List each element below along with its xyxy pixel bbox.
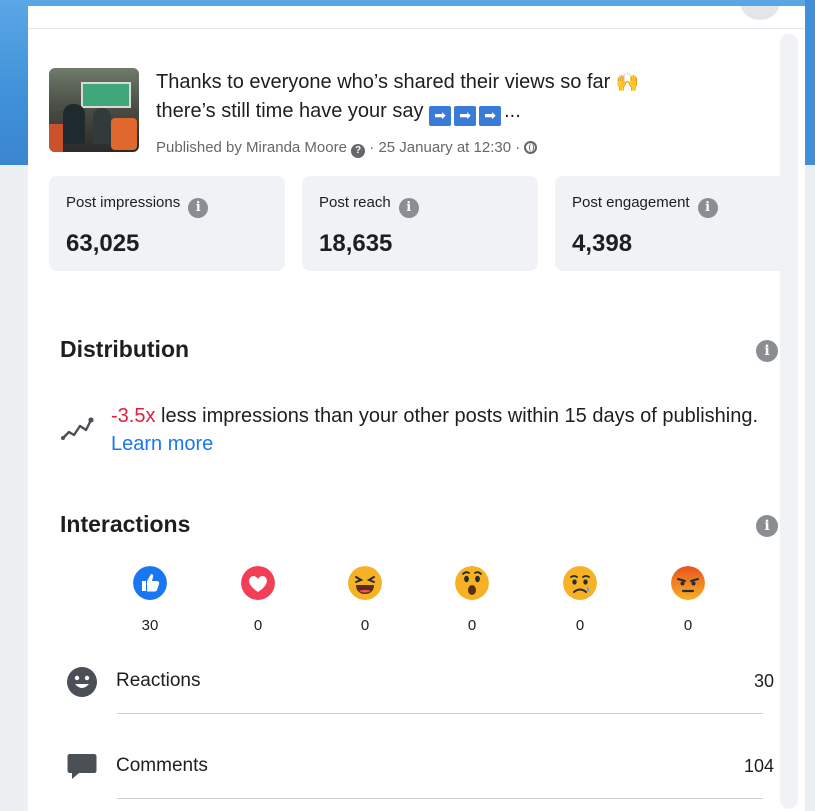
learn-more-link[interactable]: Learn more bbox=[111, 433, 213, 455]
globe-icon bbox=[524, 141, 538, 154]
reaction-angry[interactable]: 0 bbox=[666, 566, 710, 634]
reaction-haha[interactable]: 0 bbox=[343, 566, 387, 634]
reaction-count: 0 bbox=[253, 617, 263, 634]
impressions-multiplier: -3.5x bbox=[111, 405, 156, 427]
thumbnail-person bbox=[93, 108, 111, 144]
row-label: Comments bbox=[116, 755, 208, 776]
scrollbar[interactable] bbox=[780, 34, 798, 809]
like-icon bbox=[133, 566, 167, 600]
reaction-count: 0 bbox=[683, 617, 693, 634]
stat-value: 18,635 bbox=[319, 230, 393, 257]
reaction-count: 0 bbox=[575, 617, 585, 634]
stat-value: 63,025 bbox=[66, 230, 140, 257]
row-divider bbox=[117, 798, 763, 799]
reaction-like[interactable]: 30 bbox=[128, 566, 172, 634]
post-insights-panel: Thanks to everyone who’s shared their vi… bbox=[28, 6, 805, 811]
thumbnail-chair bbox=[49, 124, 63, 152]
reaction-count: 0 bbox=[360, 617, 370, 634]
reaction-love[interactable]: 0 bbox=[236, 566, 280, 634]
post-text[interactable]: Thanks to everyone who’s shared their vi… bbox=[156, 68, 766, 126]
raised-hands-emoji-icon: 🙌 bbox=[615, 72, 640, 93]
header-divider bbox=[28, 28, 805, 29]
close-button[interactable] bbox=[740, 6, 780, 20]
smiley-icon bbox=[67, 667, 97, 697]
stat-label: Post impressions bbox=[66, 194, 181, 211]
stat-post-impressions: Post impressions i 63,025 bbox=[49, 176, 285, 271]
arrow-emoji-icon: ➡ bbox=[429, 106, 452, 126]
reaction-count: 0 bbox=[467, 617, 477, 634]
trend-icon bbox=[61, 417, 94, 440]
haha-icon bbox=[348, 566, 382, 600]
comment-icon bbox=[67, 754, 97, 779]
post-text-line1: Thanks to everyone who’s shared their vi… bbox=[156, 71, 611, 93]
background-right-lower bbox=[805, 165, 815, 811]
angry-icon bbox=[671, 566, 705, 600]
distribution-info-icon[interactable]: i bbox=[756, 340, 778, 362]
row-value: 30 bbox=[753, 671, 774, 691]
info-icon[interactable]: i bbox=[697, 198, 718, 218]
stat-value: 4,398 bbox=[572, 230, 633, 257]
post-thumbnail[interactable] bbox=[49, 68, 139, 152]
published-by: Published by Miranda Moore bbox=[156, 139, 347, 156]
info-icon[interactable]: i bbox=[188, 198, 209, 218]
arrow-emoji-icon: ➡ bbox=[479, 106, 502, 126]
stat-post-reach: Post reach i 18,635 bbox=[302, 176, 538, 271]
post-meta: Published by Miranda Moore ? · 25 Januar… bbox=[156, 138, 716, 158]
comments-row[interactable]: Comments 104 bbox=[60, 751, 774, 811]
info-icon[interactable]: i bbox=[398, 198, 419, 218]
thumbnail-person bbox=[63, 104, 85, 144]
row-value: 104 bbox=[743, 756, 774, 776]
reaction-wow[interactable]: 0 bbox=[450, 566, 494, 634]
question-icon[interactable]: ? bbox=[351, 144, 366, 158]
stat-label: Post engagement bbox=[572, 194, 690, 211]
love-icon bbox=[241, 566, 275, 600]
publish-date: · 25 January at 12:30 · bbox=[369, 139, 521, 156]
stat-label: Post reach bbox=[319, 194, 391, 211]
stat-post-engagement: Post engagement i 4,398 bbox=[555, 176, 791, 271]
post-ellipsis: ... bbox=[504, 100, 521, 122]
wow-icon bbox=[455, 566, 489, 600]
interactions-title: Interactions bbox=[60, 511, 191, 537]
distribution-title: Distribution bbox=[60, 336, 190, 362]
row-label: Reactions bbox=[116, 670, 201, 691]
distribution-text: less impressions than your other posts w… bbox=[155, 405, 759, 427]
row-divider bbox=[117, 713, 763, 714]
arrow-emoji-icon: ➡ bbox=[454, 106, 477, 126]
thumbnail-screen bbox=[81, 82, 131, 108]
interactions-info-icon[interactable]: i bbox=[756, 515, 778, 537]
background-left bbox=[0, 165, 24, 811]
reaction-count: 30 bbox=[141, 617, 159, 634]
sad-icon bbox=[563, 566, 597, 600]
post-text-line2: there’s still time have your say bbox=[156, 100, 424, 122]
distribution-summary: -3.5x less impressions than your other p… bbox=[111, 402, 771, 458]
reaction-sad[interactable]: 0 bbox=[558, 566, 602, 634]
reactions-row[interactable]: Reactions 30 bbox=[60, 666, 774, 726]
thumbnail-chair bbox=[111, 118, 137, 150]
